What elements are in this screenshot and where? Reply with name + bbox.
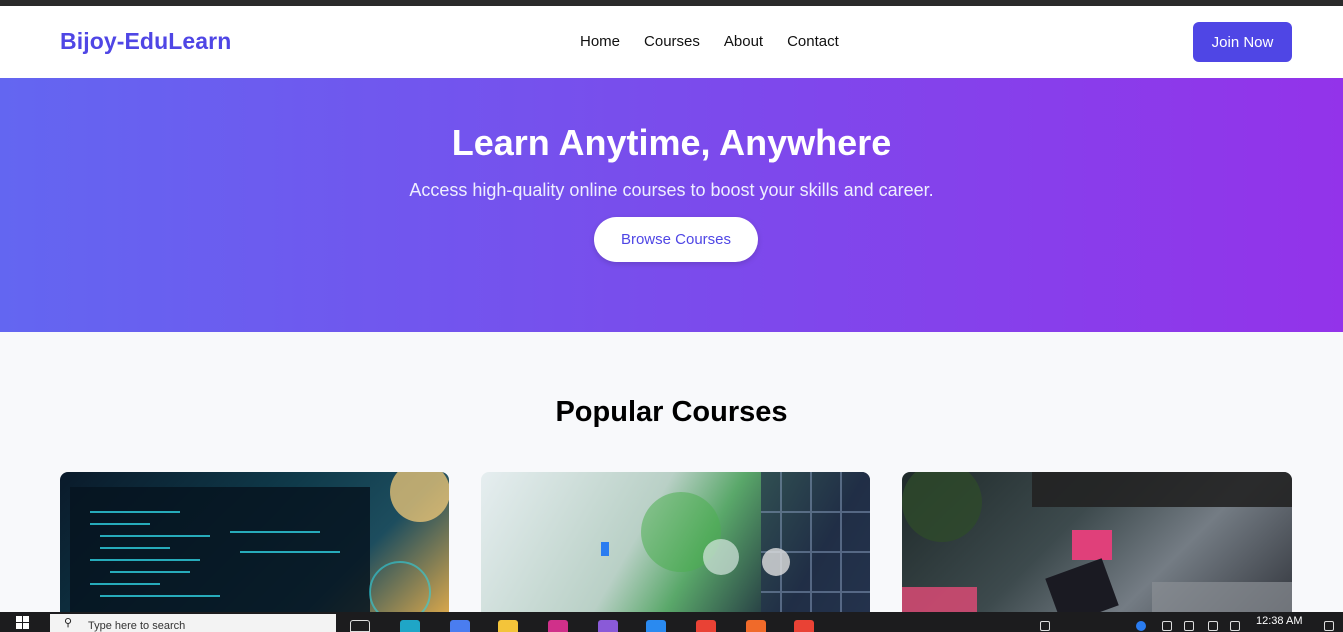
notification-icon[interactable] bbox=[1324, 621, 1334, 631]
network-icon[interactable] bbox=[1162, 621, 1172, 631]
nav-link-contact[interactable]: Contact bbox=[787, 33, 839, 50]
bluetooth-icon[interactable] bbox=[1136, 621, 1146, 631]
azure-icon[interactable] bbox=[450, 620, 470, 632]
taskbar-clock[interactable]: 12:38 AM bbox=[1256, 615, 1302, 627]
windows-taskbar: ⚲ Type here to search 12:38 AM bbox=[0, 612, 1343, 632]
navbar: Bijoy-EduLearn Home Courses About Contac… bbox=[0, 6, 1343, 78]
vscode-icon[interactable] bbox=[646, 620, 666, 632]
hero-section: Learn Anytime, Anywhere Access high-qual… bbox=[0, 78, 1343, 332]
hero-title: Learn Anytime, Anywhere bbox=[451, 122, 892, 163]
edge-icon[interactable] bbox=[400, 620, 420, 632]
nav-link-about[interactable]: About bbox=[724, 33, 763, 50]
digital-marketing-image bbox=[601, 472, 870, 632]
course-card-image[interactable] bbox=[902, 472, 1292, 632]
chevron-up-icon[interactable] bbox=[1088, 621, 1098, 631]
task-view-icon[interactable] bbox=[350, 620, 370, 632]
nav-links: Home Courses About Contact bbox=[580, 33, 839, 50]
course-card-image[interactable] bbox=[481, 472, 870, 632]
search-icon: ⚲ bbox=[64, 617, 73, 629]
coding-laptop-image bbox=[70, 472, 449, 632]
taskbar-search-box[interactable]: ⚲ Type here to search bbox=[50, 614, 336, 632]
join-now-button[interactable]: Join Now bbox=[1193, 22, 1292, 62]
popular-courses-title: Popular Courses bbox=[555, 396, 788, 428]
nav-link-courses[interactable]: Courses bbox=[644, 33, 700, 50]
media-icon[interactable] bbox=[746, 620, 766, 632]
design-desk-image bbox=[902, 472, 1292, 632]
app-icon[interactable] bbox=[548, 620, 568, 632]
hero-subtitle: Access high-quality online courses to bo… bbox=[409, 180, 934, 200]
browse-courses-button[interactable]: Browse Courses bbox=[594, 217, 758, 262]
speaker-icon[interactable] bbox=[1230, 621, 1240, 631]
course-card-image[interactable] bbox=[60, 472, 449, 632]
visual-studio-icon[interactable] bbox=[598, 620, 618, 632]
chrome-icon[interactable] bbox=[794, 620, 814, 632]
notes-icon[interactable] bbox=[1040, 621, 1050, 631]
taskbar-search-placeholder: Type here to search bbox=[88, 620, 186, 632]
windows-start-icon[interactable] bbox=[16, 616, 30, 630]
battery-icon[interactable] bbox=[1184, 621, 1194, 631]
volume-icon[interactable] bbox=[1208, 621, 1218, 631]
file-explorer-icon[interactable] bbox=[498, 620, 518, 632]
brand-logo[interactable]: Bijoy-EduLearn bbox=[60, 28, 231, 55]
nav-link-home[interactable]: Home bbox=[580, 33, 620, 50]
chrome-icon[interactable] bbox=[696, 620, 716, 632]
